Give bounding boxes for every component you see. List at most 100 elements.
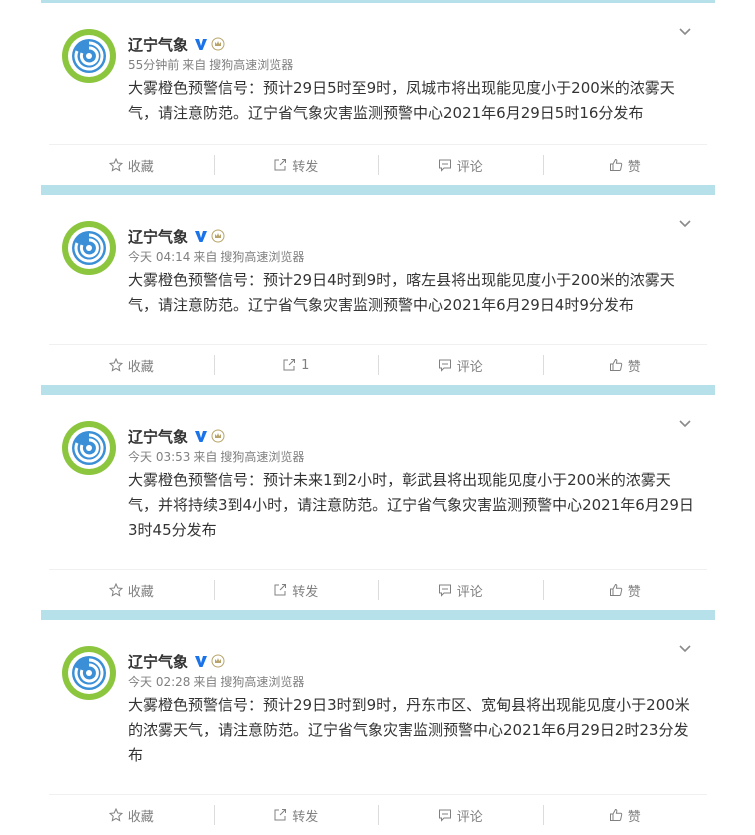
comment-icon	[438, 809, 451, 822]
post-text: 大雾橙色预警信号：预计29日4时到9时，喀左县将出现能见度小于200米的浓雾天气…	[128, 271, 675, 314]
like-label: 赞	[627, 809, 641, 825]
comment-icon	[438, 584, 451, 597]
comment-button[interactable]: 评论	[378, 570, 543, 610]
post-meta: 今天 04:14 来自 搜狗高速浏览器	[128, 249, 695, 265]
thumbs-up-icon	[609, 358, 622, 371]
author-name[interactable]: 辽宁气象	[128, 34, 188, 55]
post-source[interactable]: 搜狗高速浏览器	[209, 58, 293, 72]
action-bar: 收藏 转发 评论 赞	[49, 794, 707, 835]
like-button[interactable]: 赞	[542, 795, 708, 835]
comment-label: 评论	[456, 809, 483, 825]
crown-icon	[211, 429, 225, 443]
author-name[interactable]: 辽宁气象	[128, 226, 188, 247]
action-bar: 收藏 转发 评论 赞	[49, 144, 707, 185]
star-icon	[108, 358, 123, 372]
forward-label: 转发	[292, 584, 319, 600]
chevron-down-icon[interactable]	[677, 415, 693, 431]
forward-icon	[274, 809, 287, 821]
post-meta: 今天 02:28 来自 搜狗高速浏览器	[128, 674, 695, 690]
favorite-button[interactable]: 收藏	[49, 345, 214, 385]
forward-button[interactable]: 转发	[213, 570, 379, 610]
forward-label: 转发	[292, 159, 319, 175]
verified-icon	[194, 229, 208, 243]
chevron-down-icon[interactable]	[677, 215, 693, 231]
author-name[interactable]: 辽宁气象	[128, 651, 188, 672]
thumbs-up-icon	[609, 583, 622, 596]
forward-button[interactable]: 转发	[213, 795, 379, 835]
favorite-button[interactable]: 收藏	[49, 795, 214, 835]
post-time[interactable]: 今天 04:14	[128, 250, 190, 264]
weibo-feed: 辽宁气象 55分钟前 来自 搜狗高速浏览器 大雾橙色预警信号：预计29日5时至9时，…	[41, 0, 715, 835]
weibo-post: 辽宁气象 55分钟前 来自 搜狗高速浏览器 大雾橙色预警信号：预计29日5时至9时，…	[41, 3, 715, 185]
comment-button[interactable]: 评论	[378, 345, 543, 385]
author-name[interactable]: 辽宁气象	[128, 426, 188, 447]
weibo-post: 辽宁气象 今天 02:28 来自 搜狗高速浏览器 大雾橙色预警信号：预计29日3时到…	[41, 620, 715, 835]
post-meta: 55分钟前 来自 搜狗高速浏览器	[128, 57, 695, 73]
from-label: 来自	[193, 675, 218, 689]
post-text: 大雾橙色预警信号：预计29日5时至9时，凤城市将出现能见度小于200米的浓雾天气…	[128, 79, 675, 122]
comment-label: 评论	[456, 159, 483, 175]
comment-label: 评论	[456, 359, 483, 375]
forward-count: 1	[301, 357, 310, 373]
feed-separator	[41, 385, 715, 395]
post-source[interactable]: 搜狗高速浏览器	[220, 675, 304, 689]
like-button[interactable]: 赞	[542, 570, 708, 610]
post-source[interactable]: 搜狗高速浏览器	[220, 250, 304, 264]
action-bar: 收藏 1 评论 赞	[49, 344, 707, 385]
favorite-label: 收藏	[127, 359, 154, 375]
comment-button[interactable]: 评论	[378, 795, 543, 835]
forward-button[interactable]: 1	[213, 345, 379, 385]
forward-icon	[283, 359, 296, 371]
verified-icon	[194, 654, 208, 668]
weibo-post: 辽宁气象 今天 03:53 来自 搜狗高速浏览器 大雾橙色预警信号：预计未来1到2小…	[41, 395, 715, 610]
from-label: 来自	[193, 250, 218, 264]
comment-icon	[438, 159, 451, 172]
like-button[interactable]: 赞	[542, 145, 708, 185]
verified-icon	[194, 37, 208, 51]
forward-button[interactable]: 转发	[213, 145, 379, 185]
forward-label: 转发	[292, 809, 319, 825]
from-label: 来自	[182, 58, 207, 72]
favorite-label: 收藏	[127, 809, 154, 825]
feed-separator	[41, 610, 715, 620]
favorite-label: 收藏	[127, 159, 154, 175]
action-bar: 收藏 转发 评论 赞	[49, 569, 707, 610]
like-label: 赞	[627, 159, 641, 175]
post-time[interactable]: 今天 03:53	[128, 450, 190, 464]
weibo-post: 辽宁气象 今天 04:14 来自 搜狗高速浏览器 大雾橙色预警信号：预计29日4时到…	[41, 195, 715, 385]
avatar[interactable]	[62, 421, 116, 475]
post-source[interactable]: 搜狗高速浏览器	[220, 450, 304, 464]
favorite-button[interactable]: 收藏	[49, 145, 214, 185]
crown-icon	[211, 37, 225, 51]
like-label: 赞	[627, 584, 641, 600]
comment-button[interactable]: 评论	[378, 145, 543, 185]
star-icon	[108, 158, 123, 172]
post-time[interactable]: 今天 02:28	[128, 675, 190, 689]
post-text: 大雾橙色预警信号：预计未来1到2小时，彰武县将出现能见度小于200米的浓雾天气，…	[128, 471, 694, 539]
favorite-button[interactable]: 收藏	[49, 570, 214, 610]
crown-icon	[211, 654, 225, 668]
favorite-label: 收藏	[127, 584, 154, 600]
post-time[interactable]: 55分钟前	[128, 58, 179, 72]
post-meta: 今天 03:53 来自 搜狗高速浏览器	[128, 449, 695, 465]
forward-icon	[274, 584, 287, 596]
avatar[interactable]	[62, 646, 116, 700]
avatar[interactable]	[62, 29, 116, 83]
forward-icon	[274, 159, 287, 171]
star-icon	[108, 583, 123, 597]
from-label: 来自	[193, 450, 218, 464]
chevron-down-icon[interactable]	[677, 640, 693, 656]
like-label: 赞	[627, 359, 641, 375]
thumbs-up-icon	[609, 158, 622, 171]
crown-icon	[211, 229, 225, 243]
like-button[interactable]: 赞	[542, 345, 708, 385]
comment-icon	[438, 359, 451, 372]
avatar[interactable]	[62, 221, 116, 275]
star-icon	[108, 808, 123, 822]
comment-label: 评论	[456, 584, 483, 600]
thumbs-up-icon	[609, 808, 622, 821]
chevron-down-icon[interactable]	[677, 23, 693, 39]
verified-icon	[194, 429, 208, 443]
post-text: 大雾橙色预警信号：预计29日3时到9时，丹东市区、宽甸县将出现能见度小于200米…	[128, 696, 690, 764]
feed-separator	[41, 185, 715, 195]
